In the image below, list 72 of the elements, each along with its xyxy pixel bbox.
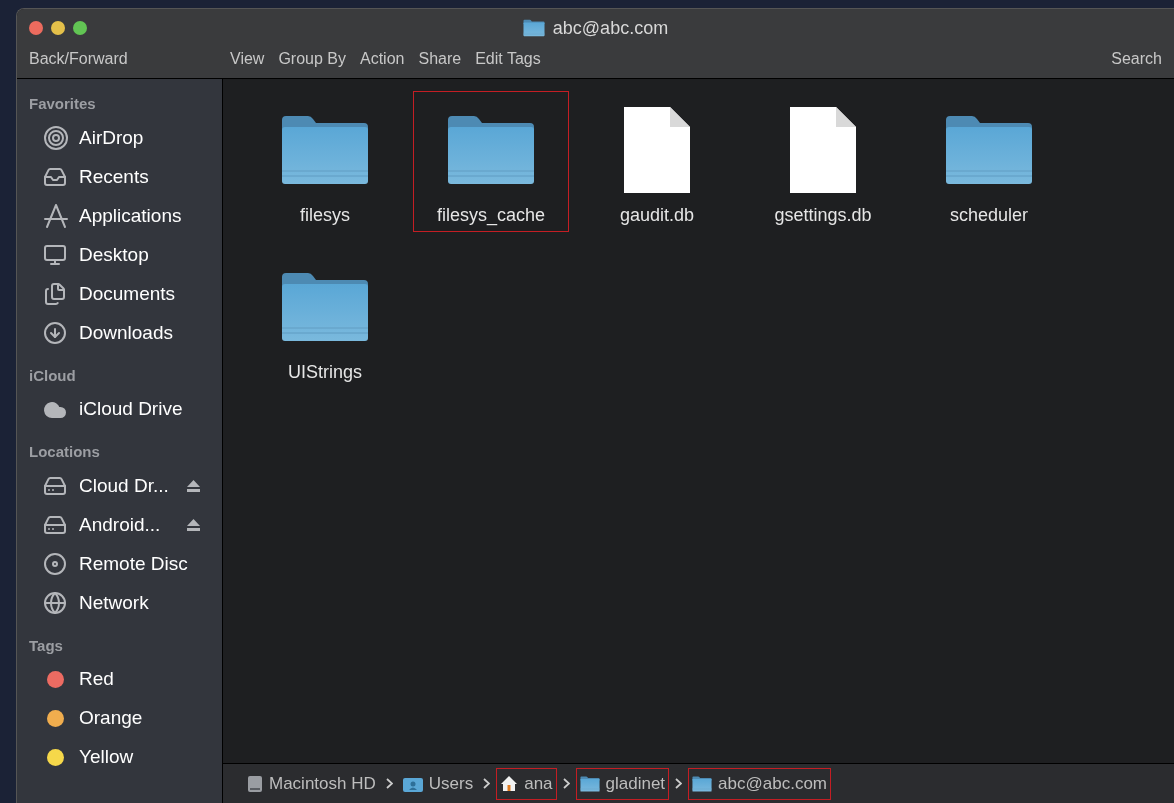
file-name: filesys_cache — [436, 204, 546, 228]
search-button[interactable]: Search — [1111, 47, 1174, 71]
path-segment[interactable]: Users — [398, 767, 478, 800]
eject-icon[interactable] — [187, 519, 200, 531]
documents-icon — [43, 282, 67, 306]
sidebar-item[interactable]: iCloud Drive — [29, 390, 222, 429]
toolbar-button[interactable]: Share — [418, 47, 462, 71]
globe-icon — [43, 591, 67, 615]
airdrop-icon — [43, 125, 69, 151]
sidebar-item[interactable]: Remote Disc — [29, 544, 222, 584]
close-button[interactable] — [29, 21, 43, 35]
sidebar-item[interactable]: Android... — [29, 505, 222, 545]
file-name: gaudit.db — [619, 204, 695, 227]
eject-icon[interactable] — [187, 480, 200, 492]
sidebar-item[interactable]: Yellow — [29, 738, 222, 777]
sidebar-section-title: Tags — [29, 635, 64, 656]
zoom-button[interactable] — [73, 21, 87, 35]
folder-icon — [522, 19, 545, 37]
toolbar-button[interactable]: Edit Tags — [475, 47, 541, 71]
chevron-icon — [385, 778, 393, 789]
sidebar-item[interactable]: Documents — [29, 274, 222, 314]
folder-icon — [692, 775, 713, 792]
file-item[interactable]: gaudit.db — [579, 91, 735, 232]
disc-icon — [43, 552, 67, 576]
sidebar-section-title: Favorites — [29, 94, 97, 114]
path-segment[interactable]: Macintosh HD — [243, 767, 380, 800]
document-icon — [622, 105, 692, 195]
toolbar-button[interactable]: View — [230, 47, 265, 71]
sidebar-section-title: iCloud — [29, 365, 77, 386]
toolbar-button[interactable]: Action — [360, 47, 405, 71]
folder-icon — [446, 114, 536, 186]
drive-icon — [43, 474, 67, 498]
desktop-icon — [43, 243, 67, 267]
sidebar-item[interactable]: Red — [29, 660, 222, 699]
inbox-icon — [43, 165, 67, 189]
file-item[interactable]: gsettings.db — [745, 91, 901, 232]
download-icon — [43, 321, 67, 345]
folder-icon — [280, 114, 370, 186]
sidebar-item[interactable]: Desktop — [29, 235, 222, 275]
folder-icon — [579, 775, 600, 792]
minimize-button[interactable] — [51, 21, 65, 35]
toolbar-button[interactable]: Group By — [278, 47, 346, 71]
chevron-icon — [483, 778, 491, 789]
chevron-icon — [562, 778, 570, 789]
sidebar-item[interactable]: Network — [29, 583, 222, 623]
file-item[interactable]: filesys — [247, 91, 403, 232]
folder-icon — [944, 114, 1034, 186]
file-name: filesys — [300, 204, 350, 227]
chevron-icon — [675, 778, 683, 789]
path-segment[interactable]: gladinet — [575, 767, 670, 800]
house-icon — [500, 775, 519, 792]
sidebar-item[interactable]: Cloud Dr... — [29, 466, 222, 506]
sidebar-item[interactable]: Applications — [29, 196, 222, 236]
sidebar-item[interactable]: Orange — [29, 699, 222, 738]
file-item[interactable]: filesys_cache — [413, 91, 569, 232]
path-segment[interactable]: ana — [496, 767, 557, 800]
file-item[interactable]: scheduler — [911, 91, 1067, 232]
document-icon — [788, 105, 858, 195]
file-name: scheduler — [949, 204, 1028, 227]
applications-icon — [43, 203, 69, 229]
file-item[interactable]: UIStrings — [247, 248, 403, 389]
folder-icon — [280, 271, 370, 343]
path-segment[interactable]: abc@abc.com — [688, 767, 832, 800]
sidebar-item[interactable]: AirDrop — [29, 118, 222, 158]
user-folder-icon — [402, 775, 423, 792]
sidebar-item[interactable]: Downloads — [29, 313, 222, 353]
sidebar-item[interactable]: Recents — [29, 157, 222, 197]
back-forward-button[interactable]: Back/Forward — [17, 47, 230, 71]
file-name: UIStrings — [288, 361, 362, 384]
window-title: abc@abc.com — [552, 16, 669, 40]
file-name: gsettings.db — [774, 204, 872, 227]
sidebar-section-title: Locations — [29, 442, 101, 462]
